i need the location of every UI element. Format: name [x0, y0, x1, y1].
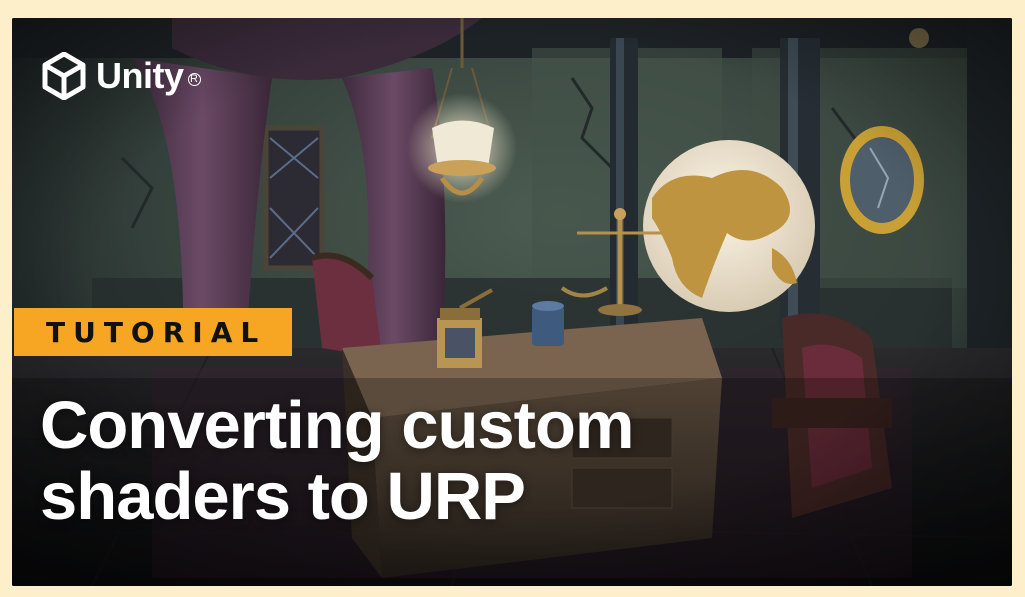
brand-name: Unity	[96, 55, 184, 96]
unity-cube-icon	[42, 52, 86, 100]
title-line-1: Converting custom	[40, 388, 635, 463]
registered-mark: R	[187, 72, 201, 86]
title-line-2: shaders to URP	[40, 459, 526, 535]
page-title: Converting custom shaders to URP	[40, 390, 800, 532]
thumbnail-frame: Unity R TUTORIAL Converting custom shade…	[12, 18, 1012, 586]
badge-label: TUTORIAL	[46, 315, 267, 349]
tutorial-badge: TUTORIAL	[14, 308, 293, 356]
unity-logo: Unity R	[42, 52, 201, 100]
